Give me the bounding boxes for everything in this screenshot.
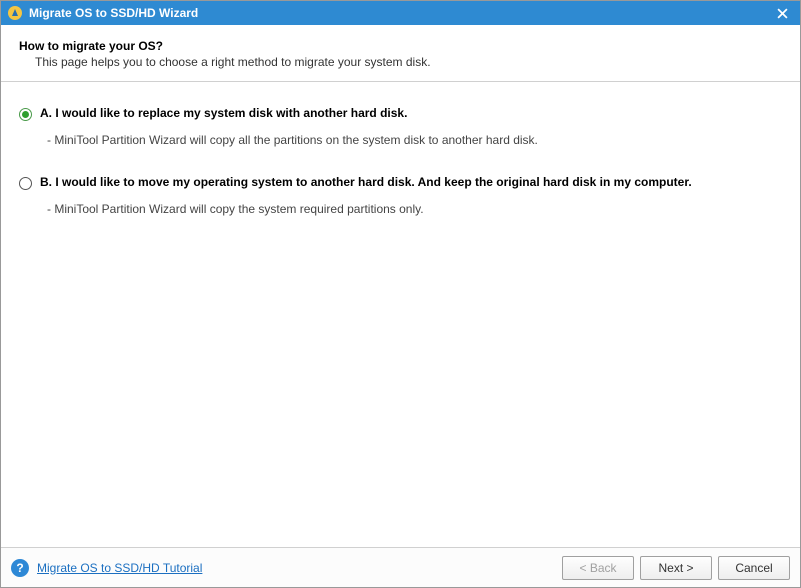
titlebar: Migrate OS to SSD/HD Wizard [1, 1, 800, 25]
option-b-row: B. I would like to move my operating sys… [19, 175, 782, 190]
option-a-description: - MiniTool Partition Wizard will copy al… [47, 133, 782, 147]
option-a-label[interactable]: A. I would like to replace my system dis… [40, 106, 407, 120]
close-button[interactable] [770, 1, 794, 25]
option-b-label[interactable]: B. I would like to move my operating sys… [40, 175, 692, 189]
option-a-row: A. I would like to replace my system dis… [19, 106, 782, 121]
tutorial-link[interactable]: Migrate OS to SSD/HD Tutorial [37, 561, 202, 575]
app-icon [7, 5, 23, 21]
wizard-content: A. I would like to replace my system dis… [1, 82, 800, 547]
close-icon [777, 8, 788, 19]
page-subheading: This page helps you to choose a right me… [35, 55, 782, 69]
wizard-footer: ? Migrate OS to SSD/HD Tutorial < Back N… [1, 547, 800, 587]
option-b-description: - MiniTool Partition Wizard will copy th… [47, 202, 782, 216]
option-b-radio[interactable] [19, 177, 32, 190]
cancel-button[interactable]: Cancel [718, 556, 790, 580]
back-button: < Back [562, 556, 634, 580]
page-heading: How to migrate your OS? [19, 39, 782, 53]
wizard-header: How to migrate your OS? This page helps … [1, 25, 800, 81]
option-a-radio[interactable] [19, 108, 32, 121]
next-button[interactable]: Next > [640, 556, 712, 580]
window-title: Migrate OS to SSD/HD Wizard [29, 6, 770, 20]
help-icon[interactable]: ? [11, 559, 29, 577]
